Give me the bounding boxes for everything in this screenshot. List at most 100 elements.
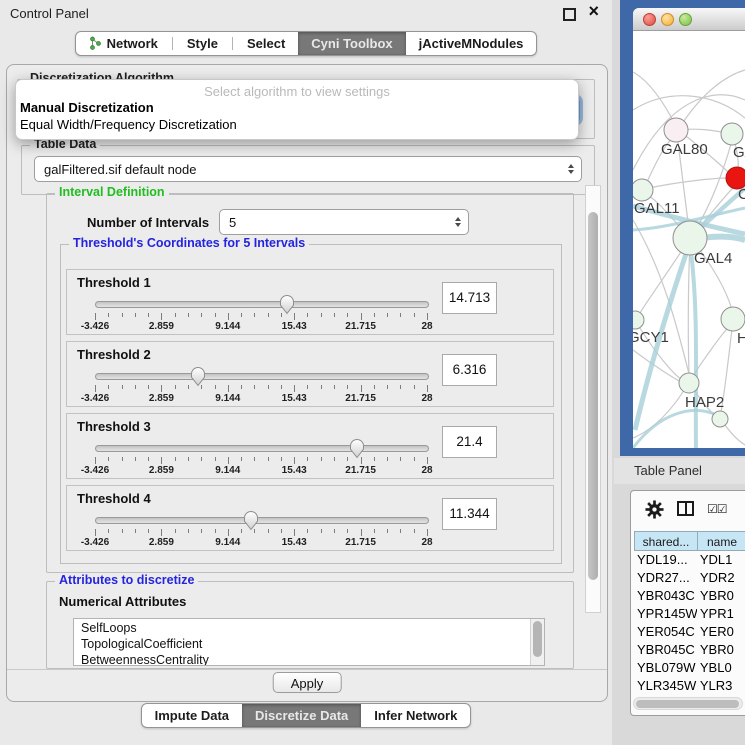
minor-tick	[135, 313, 136, 317]
attributes-items: SelfLoopsTopologicalCoefficientBetweenne…	[74, 620, 544, 666]
scrollbar-thumb[interactable]	[588, 212, 598, 580]
slider-thumb[interactable]	[349, 438, 365, 459]
slider-thumb[interactable]	[243, 510, 259, 531]
table-row[interactable]: YDL19...YDL1	[634, 551, 745, 569]
node-top-right[interactable]	[721, 123, 743, 145]
minor-tick	[347, 385, 348, 389]
apply-button[interactable]: Apply	[273, 672, 342, 693]
panel-scrollbar[interactable]	[585, 185, 601, 613]
node-h[interactable]	[721, 307, 745, 331]
attributes-group: Attributes to discretize Numerical Attri…	[46, 581, 574, 669]
minor-tick	[175, 385, 176, 389]
number-of-intervals-spinner[interactable]: 5	[219, 209, 469, 235]
slider-track[interactable]	[95, 445, 429, 452]
node-bottom[interactable]	[712, 411, 728, 427]
tick-label: 9.144	[215, 465, 240, 476]
minimize-traffic-light-icon[interactable]	[661, 13, 674, 26]
float-window-icon[interactable]	[563, 8, 576, 21]
table-row[interactable]: YPR145WYPR1	[634, 605, 745, 623]
tick-label: -3.426	[81, 537, 109, 548]
tab-discretize-data[interactable]: Discretize Data	[242, 704, 361, 727]
major-tick	[95, 313, 96, 320]
control-panel-titlebar: Control Panel ×	[0, 0, 612, 26]
tab-jactivemnodules[interactable]: jActiveMNodules	[406, 32, 537, 55]
algorithm-placeholder-item[interactable]: Select algorithm to view settings	[16, 84, 578, 99]
minor-tick	[307, 529, 308, 533]
minor-tick	[321, 457, 322, 461]
threshold-value-box[interactable]: 21.4	[442, 426, 497, 458]
slider-track[interactable]	[95, 301, 429, 308]
table-row[interactable]: YBL079WYBL0	[634, 659, 745, 677]
tab-cyni-toolbox[interactable]: Cyni Toolbox	[298, 32, 405, 55]
network-icon	[89, 36, 102, 51]
threshold-slider[interactable]: -3.4262.8599.14415.4321.71528	[95, 438, 427, 478]
table-row[interactable]: YER054CYER0	[634, 623, 745, 641]
attribute-item[interactable]: BetweennessCentrality	[81, 652, 544, 666]
minor-tick	[414, 385, 415, 389]
tab-infer-network[interactable]: Infer Network	[361, 704, 470, 727]
node-gal11[interactable]	[633, 179, 653, 201]
minor-tick	[148, 313, 149, 317]
split-columns-icon[interactable]	[677, 501, 694, 516]
threshold-value-box[interactable]: 6.316	[442, 354, 497, 386]
slider-thumb[interactable]	[190, 366, 206, 387]
table-row[interactable]: YDR27...YDR2	[634, 569, 745, 587]
gear-icon[interactable]	[645, 500, 664, 524]
table-data-combobox[interactable]: galFiltered.sif default node	[34, 156, 582, 182]
close-icon[interactable]: ×	[588, 1, 599, 22]
slider-track[interactable]	[95, 373, 429, 380]
minor-tick	[148, 529, 149, 533]
scrollbar-thumb[interactable]	[533, 621, 542, 657]
network-canvas[interactable]: GAL80GACGAL11GAL4GCY1HHAP2	[633, 30, 745, 448]
tab-style[interactable]: Style	[174, 32, 231, 55]
tab-impute-data[interactable]: Impute Data	[142, 704, 242, 727]
threshold-slider[interactable]: -3.4262.8599.14415.4321.71528	[95, 510, 427, 550]
minor-tick	[175, 529, 176, 533]
minor-tick	[254, 385, 255, 389]
column-header[interactable]: shared...	[634, 531, 698, 551]
threshold-value-box[interactable]: 11.344	[442, 498, 497, 530]
node-hap2[interactable]	[679, 373, 699, 393]
table-horizontal-scrollbar[interactable]	[633, 697, 743, 710]
major-tick	[228, 529, 229, 536]
scrollbar-thumb[interactable]	[636, 700, 739, 708]
table-row[interactable]: YLR345WYLR3	[634, 677, 745, 695]
minor-tick	[175, 313, 176, 317]
tab-network[interactable]: Network	[76, 32, 171, 55]
slider-ticks	[95, 457, 427, 465]
minor-tick	[148, 385, 149, 389]
attribute-item[interactable]: TopologicalCoefficient	[81, 636, 544, 652]
table-row[interactable]: YBR043CYBR0	[634, 587, 745, 605]
tick-label: 9.144	[215, 537, 240, 548]
minor-tick	[108, 313, 109, 317]
attribute-item[interactable]: SelfLoops	[81, 620, 544, 636]
minor-tick	[122, 529, 123, 533]
minor-tick	[268, 529, 269, 533]
slider-thumb[interactable]	[279, 294, 295, 315]
threshold-slider[interactable]: -3.4262.8599.14415.4321.71528	[95, 294, 427, 334]
slider-track[interactable]	[95, 517, 429, 524]
major-tick	[161, 385, 162, 392]
table-row[interactable]: YBR045CYBR0	[634, 641, 745, 659]
tab-select[interactable]: Select	[234, 32, 298, 55]
numerical-attributes-list[interactable]: SelfLoopsTopologicalCoefficientBetweenne…	[73, 618, 545, 666]
tab-label: Select	[247, 36, 285, 51]
close-traffic-light-icon[interactable]	[643, 13, 656, 26]
column-header[interactable]: name	[697, 531, 745, 551]
table-cell: YDR27...	[634, 569, 697, 587]
threshold-value-box[interactable]: 14.713	[442, 282, 497, 314]
checkboxes-icon[interactable]: ☑☑	[707, 502, 727, 516]
threshold-slider[interactable]: -3.4262.8599.14415.4321.71528	[95, 366, 427, 406]
apply-separator	[7, 669, 607, 670]
zoom-traffic-light-icon[interactable]	[679, 13, 692, 26]
algorithm-option[interactable]: Equal Width/Frequency Discretization	[16, 116, 578, 133]
node-gal80[interactable]	[664, 118, 688, 142]
attributes-scrollbar[interactable]	[530, 619, 544, 665]
interval-definition-title: Interval Definition	[55, 185, 169, 199]
algorithm-option[interactable]: Manual Discretization	[16, 99, 578, 116]
minor-tick	[307, 385, 308, 389]
node-table[interactable]: shared...name YDL19...YDL1YDR27...YDR2YB…	[634, 531, 745, 713]
node-gcy1[interactable]	[633, 311, 644, 329]
minor-tick	[188, 385, 189, 389]
minor-tick	[135, 385, 136, 389]
